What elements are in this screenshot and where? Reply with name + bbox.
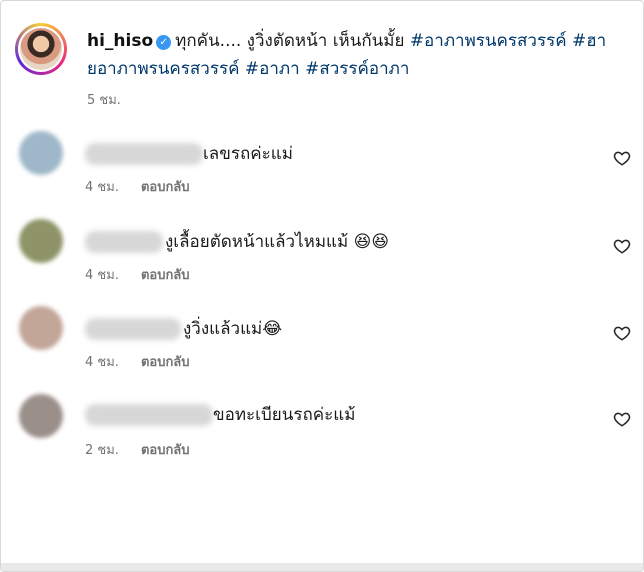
heart-outline-icon[interactable] <box>613 324 631 342</box>
comment-meta: 4 ชม. ตอบกลับ <box>85 351 190 372</box>
blurred-username <box>85 231 163 253</box>
comment-body: งูเลื้อยตัดหน้าแล้วไหมแม้ <box>165 232 349 252</box>
comment-text: งูวิ่งแล้วแม่😂 <box>183 318 282 340</box>
commenter-avatar[interactable] <box>19 131 63 175</box>
reply-button[interactable]: ตอบกลับ <box>141 355 190 370</box>
comment-body: งูวิ่งแล้วแม่ <box>183 319 263 339</box>
hashtag-link[interactable]: #อาภาพรนครสวรรค์ <box>410 31 567 51</box>
comment-timestamp[interactable]: 2 ชม. <box>85 443 119 458</box>
post-timestamp[interactable]: 5 ชม. <box>87 89 121 110</box>
laughing-emoji-icon: 😆😆 <box>353 232 390 252</box>
author-username[interactable]: hi_hiso <box>87 31 153 51</box>
comment-meta: 4 ชม. ตอบกลับ <box>85 176 190 197</box>
hashtag-link[interactable]: #อาภา <box>245 59 300 79</box>
verified-badge-icon: ✓ <box>156 35 172 50</box>
comment-meta: 2 ชม. ตอบกลับ <box>85 439 190 460</box>
tears-of-joy-emoji-icon: 😂 <box>262 319 283 339</box>
comment-timestamp[interactable]: 4 ชม. <box>85 180 119 195</box>
caption-body: ทุกคัน.... งูวิ่งตัดหน้า เห็นกันมั้ย <box>175 31 405 51</box>
comment-timestamp[interactable]: 4 ชม. <box>85 268 119 283</box>
comment-text: เลขรถค่ะแม่ <box>203 144 293 164</box>
author-avatar[interactable] <box>15 23 67 75</box>
comment-item: งูเลื้อยตัดหน้าแล้วไหมแม้ 😆😆 4 ชม. ตอบกลั… <box>15 219 635 289</box>
comment-item: ขอทะเบียนรถค่ะแม้ 2 ชม. ตอบกลับ <box>15 394 635 464</box>
comment-meta: 4 ชม. ตอบกลับ <box>85 264 190 285</box>
comment-item: งูวิ่งแล้วแม่😂 4 ชม. ตอบกลับ <box>15 306 635 376</box>
blurred-username <box>85 318 181 340</box>
commenter-avatar[interactable] <box>19 394 63 438</box>
comment-text: งูเลื้อยตัดหน้าแล้วไหมแม้ 😆😆 <box>165 231 389 253</box>
heart-outline-icon[interactable] <box>613 149 631 167</box>
heart-outline-icon[interactable] <box>613 410 631 428</box>
heart-outline-icon[interactable] <box>613 237 631 255</box>
commenter-avatar[interactable] <box>19 306 63 350</box>
reply-button[interactable]: ตอบกลับ <box>141 268 190 283</box>
hashtag-link[interactable]: #สวรรค์อาภา <box>305 59 409 79</box>
reply-button[interactable]: ตอบกลับ <box>141 180 190 195</box>
comments-panel: hi_hiso ✓ ทุกคัน.... งูวิ่งตัดหน้า เห็นกัน… <box>0 0 644 572</box>
blurred-username <box>85 404 213 426</box>
comment-text: ขอทะเบียนรถค่ะแม้ <box>213 405 356 425</box>
bottom-edge <box>1 563 643 571</box>
comment-item: เลขรถค่ะแม่ 4 ชม. ตอบกลับ <box>15 131 635 201</box>
reply-button[interactable]: ตอบกลับ <box>141 443 190 458</box>
avatar-photo <box>20 28 62 70</box>
blurred-username <box>85 143 203 165</box>
caption-text: hi_hiso ✓ ทุกคัน.... งูวิ่งตัดหน้า เห็นกัน… <box>87 27 635 83</box>
commenter-avatar[interactable] <box>19 219 63 263</box>
post-caption: hi_hiso ✓ ทุกคัน.... งูวิ่งตัดหน้า เห็นกัน… <box>15 17 635 117</box>
comment-timestamp[interactable]: 4 ชม. <box>85 355 119 370</box>
